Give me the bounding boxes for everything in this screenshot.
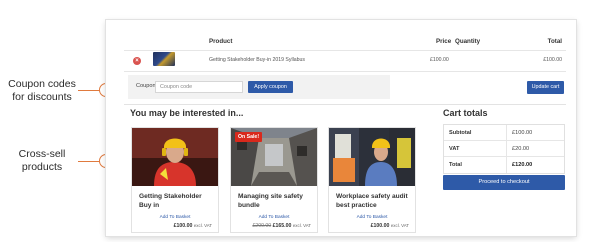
product-price: £100.00 excl. VAT — [174, 223, 212, 229]
add-to-basket-link[interactable]: Add To Basket — [329, 215, 415, 220]
cart-row: × Getting Stakeholder Buy-in 2019 Syllab… — [106, 51, 576, 71]
on-sale-badge: On Sale! — [235, 132, 263, 142]
header-quantity: Quantity — [455, 38, 481, 45]
product-title[interactable]: Workplace safety audit best practice — [336, 192, 412, 210]
price-value: £165.00 — [272, 223, 292, 229]
price-suffix: excl. VAT — [193, 223, 212, 228]
header-total: Total — [547, 38, 562, 45]
section-divider — [124, 104, 566, 105]
totals-row: Subtotal £100.00 — [444, 125, 564, 141]
cross-sell-callout-line — [78, 161, 100, 162]
cart-product-price: £100.00 — [430, 57, 449, 63]
coupon-callout-line — [78, 90, 100, 91]
cross-sell-card[interactable]: On Sale! Managing site safety bundle Add… — [230, 127, 318, 233]
remove-item-icon[interactable]: × — [133, 57, 141, 65]
vat-label: VAT — [449, 146, 460, 152]
total-label: Total — [449, 162, 462, 168]
product-thumbnail[interactable] — [153, 52, 175, 66]
cart-table-header: Product Price Quantity Total — [106, 38, 576, 50]
original-price: £200.00 — [252, 223, 272, 229]
price-value: £100.00 — [173, 223, 193, 229]
totals-row: Total £120.00 — [444, 157, 564, 173]
product-image[interactable] — [132, 128, 218, 186]
coupon-input[interactable] — [155, 81, 243, 93]
product-title[interactable]: Managing site safety bundle — [238, 192, 314, 210]
price-value: £100.00 — [370, 223, 390, 229]
coupon-label: Coupon: — [136, 83, 158, 89]
cross-sell-card[interactable]: Workplace safety audit best practice Add… — [328, 127, 416, 233]
add-to-basket-link[interactable]: Add To Basket — [132, 215, 218, 220]
cart-page-screenshot: Product Price Quantity Total × Getting S… — [106, 20, 576, 236]
update-cart-button[interactable]: Update cart — [527, 81, 564, 94]
cross-sell-callout-label: Cross-sell products — [18, 148, 66, 173]
cart-product-total: £100.00 — [543, 57, 562, 63]
coupon-callout-label: Coupon codes for discounts — [8, 78, 76, 103]
proceed-to-checkout-button[interactable]: Proceed to checkout — [443, 175, 565, 190]
price-suffix: excl. VAT — [390, 223, 409, 228]
price-suffix: excl. VAT — [292, 223, 311, 228]
cross-sell-card[interactable]: Getting Stakeholder Buy in Add To Basket… — [131, 127, 219, 233]
subtotal-value: £100.00 — [512, 130, 533, 136]
header-price: Price — [436, 38, 452, 45]
cart-totals-title: Cart totals — [443, 108, 488, 118]
add-to-basket-link[interactable]: Add To Basket — [231, 215, 317, 220]
totals-row: VAT £20.00 — [444, 141, 564, 157]
product-image[interactable]: On Sale! — [231, 128, 317, 186]
total-value: £120.00 — [512, 162, 533, 168]
row-divider — [124, 71, 566, 72]
apply-coupon-button[interactable]: Apply coupon — [248, 81, 293, 93]
subtotal-label: Subtotal — [449, 130, 472, 136]
header-product: Product — [209, 38, 233, 45]
product-image[interactable] — [329, 128, 415, 186]
product-title[interactable]: Getting Stakeholder Buy in — [139, 192, 215, 210]
coupon-bar: Coupon: Apply coupon — [128, 75, 390, 99]
cart-product-name[interactable]: Getting Stakeholder Buy-in 2019 Syllabus — [209, 57, 305, 63]
vat-value: £20.00 — [512, 146, 530, 152]
cross-sells-title: You may be interested in... — [130, 108, 244, 118]
product-price: £100.00 excl. VAT — [371, 223, 409, 229]
product-price: £200.00 £165.00 excl. VAT — [252, 223, 311, 229]
cart-totals-table: Subtotal £100.00 VAT £20.00 Total £120.0… — [443, 124, 565, 174]
